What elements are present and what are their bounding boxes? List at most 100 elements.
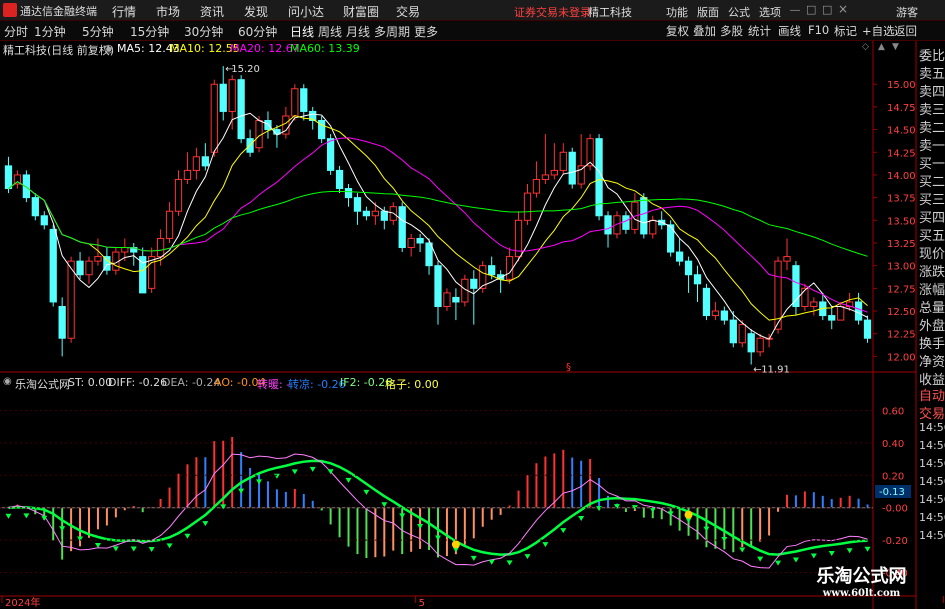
down-arrow-icon	[256, 479, 263, 485]
candle-body	[649, 219, 657, 235]
tick-time-label: 14:56	[919, 493, 945, 506]
high-price-label: 15.20	[231, 64, 260, 75]
candle-body	[362, 210, 371, 217]
quote-field-label: 总量	[919, 301, 945, 316]
down-arrow-icon	[291, 469, 298, 475]
down-arrow-icon	[5, 513, 12, 519]
candle-body	[371, 210, 379, 217]
indicator-tick-label: 0.20	[882, 471, 904, 482]
candle-body	[505, 256, 514, 280]
price-tick-label: 12.25	[887, 330, 916, 341]
down-arrow-icon	[596, 506, 603, 512]
candle-body	[801, 287, 809, 307]
down-arrow-icon	[613, 504, 620, 510]
candle-body	[344, 188, 353, 199]
quote-field-label: 外盘	[919, 319, 945, 334]
candle-body	[622, 215, 630, 230]
tick-time-label: 14:56	[919, 439, 945, 452]
price-tick-label: 12.00	[887, 352, 916, 363]
down-arrow-icon	[864, 546, 871, 552]
price-tick-label: 14.25	[887, 148, 916, 159]
candle-body	[640, 197, 648, 235]
auto-trade-label[interactable]: 自动	[919, 385, 945, 404]
quote-field-label: 买三	[919, 193, 945, 208]
candle-body	[541, 174, 550, 180]
quote-field-label: 买五	[919, 229, 945, 244]
candle-body	[192, 156, 201, 171]
candle-body	[31, 197, 39, 217]
price-tick-label: 14.50	[887, 126, 916, 137]
candle-body	[470, 278, 478, 289]
quote-field-label: 现价	[919, 247, 945, 262]
price-tick-label: 14.00	[887, 171, 916, 182]
down-arrow-icon	[130, 546, 137, 552]
quote-field-label: 买二	[919, 175, 945, 190]
watermark-title: 乐淘公式网	[816, 566, 907, 587]
signal-dot	[451, 540, 460, 549]
candle-body	[604, 215, 612, 235]
tick-time-label: 14:56	[919, 457, 945, 470]
tick-time-label: 14:56	[919, 421, 945, 434]
quote-field-label: 买四	[919, 211, 945, 226]
indicator-tick-label: 0.40	[882, 439, 904, 450]
down-arrow-icon	[381, 502, 388, 508]
right-quote-panel: 委比 卖五 卖四 卖三 卖二 卖一 买一 买二 买三 买四 买五 现价 涨跌 涨幅 总量 外盘 换手 净资 收益 自动…	[917, 41, 945, 609]
price-tick-label: 13.00	[887, 262, 916, 273]
watermark: 乐淘公式网 www.60lt.com	[788, 562, 935, 607]
candle-body	[380, 210, 388, 221]
candlestick-series	[4, 66, 872, 365]
down-arrow-icon	[77, 536, 84, 542]
candle-body	[165, 210, 174, 239]
tick-time-label: 14:56	[919, 511, 945, 524]
price-tick-label: 13.50	[887, 216, 916, 227]
candle-body	[255, 120, 263, 149]
candle-body	[675, 251, 684, 262]
down-arrow-icon	[828, 550, 835, 556]
down-arrow-icon	[560, 528, 567, 534]
candle-body	[684, 260, 693, 276]
section-marker: §	[566, 362, 571, 373]
down-arrow-icon	[399, 513, 406, 519]
down-arrow-icon	[184, 533, 191, 539]
down-arrow-icon	[649, 507, 656, 513]
down-arrow-icon	[470, 555, 477, 561]
candle-body	[747, 333, 755, 353]
current-indicator-value: -0.13	[879, 487, 905, 498]
candle-body	[810, 301, 818, 307]
candle-body	[729, 319, 737, 344]
candle-body	[756, 337, 764, 353]
candle-body	[577, 165, 585, 185]
candle-body	[76, 260, 84, 276]
candle-body	[85, 260, 93, 276]
down-arrow-icon	[94, 542, 101, 548]
candle-body	[40, 215, 48, 226]
price-tick-label: 13.75	[887, 194, 916, 205]
kline-chart[interactable]: ←← 15.0014.7514.5014.2514.0013.7513.5013…	[0, 0, 945, 609]
tick-time-label: 14:56	[919, 475, 945, 488]
indicator-tick-label: 0.60	[882, 406, 904, 417]
down-arrow-icon	[148, 546, 155, 552]
candle-body	[300, 88, 308, 112]
candle-body	[783, 256, 791, 262]
down-arrow-icon	[488, 559, 495, 565]
down-arrow-icon	[578, 515, 585, 521]
candle-body	[443, 292, 451, 307]
down-arrow-icon	[739, 547, 746, 553]
down-arrow-icon	[59, 526, 66, 532]
price-tick-label: 14.75	[887, 103, 916, 114]
down-arrow-icon	[363, 489, 370, 495]
candle-body	[738, 324, 746, 344]
quote-field-label: 卖五	[919, 67, 945, 82]
auto-trade-label[interactable]: 交易	[919, 403, 945, 422]
candle-body	[702, 287, 711, 317]
quote-field-label: 卖二	[919, 121, 945, 136]
candle-body	[201, 156, 209, 167]
candle-body	[291, 88, 299, 117]
quote-field-label: 净资	[919, 355, 945, 370]
down-arrow-icon	[506, 560, 513, 566]
candle-body	[174, 178, 183, 212]
down-arrow-icon	[721, 536, 728, 542]
candle-body	[49, 228, 57, 303]
candle-body	[67, 260, 75, 339]
candle-body	[398, 206, 406, 249]
